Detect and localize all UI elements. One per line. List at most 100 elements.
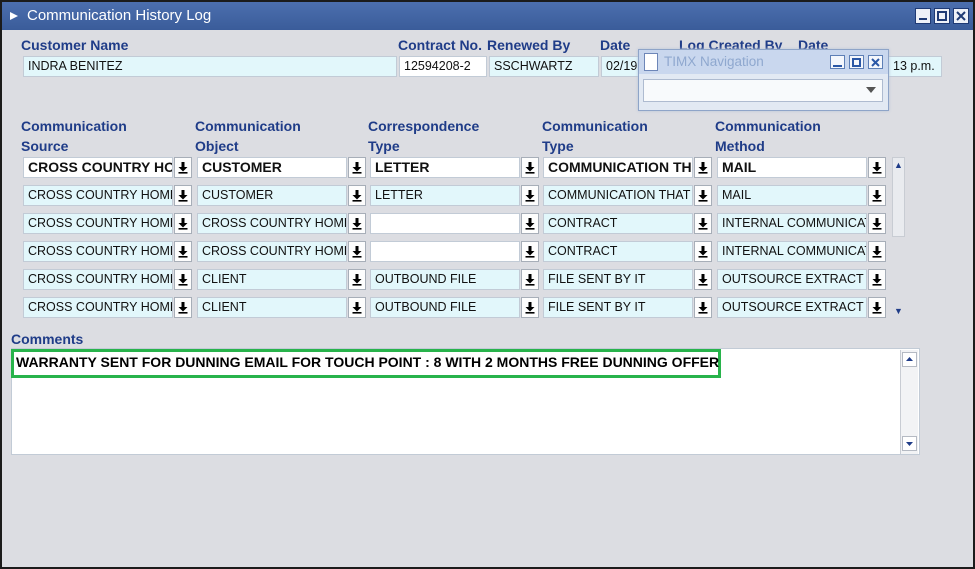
row-6-method-dropdown-button[interactable] xyxy=(868,297,886,318)
timx-title-bar: TIMX Navigation xyxy=(639,50,888,74)
row-5-source-dropdown-button[interactable] xyxy=(174,269,192,290)
table-scrollbar[interactable]: ▲ xyxy=(892,157,905,237)
row-2-object-field[interactable]: CUSTOMER xyxy=(197,185,347,206)
row-2-type-dropdown-button[interactable] xyxy=(694,185,712,206)
method-header-line1: Communication xyxy=(715,118,821,134)
down-arrow-to-line-icon xyxy=(352,218,362,230)
row-6-method-field[interactable]: OUTSOURCE EXTRACT I xyxy=(717,297,867,318)
row-4-source-field[interactable]: CROSS COUNTRY HOME xyxy=(23,241,173,262)
row-2-method-dropdown-button[interactable] xyxy=(868,185,886,206)
row-3-method-dropdown-button[interactable] xyxy=(868,213,886,234)
row-3-source-dropdown-button[interactable] xyxy=(174,213,192,234)
scroll-down-icon[interactable]: ▼ xyxy=(892,305,905,317)
row-6-type-field[interactable]: FILE SENT BY IT xyxy=(543,297,693,318)
row-2-correspondence-dropdown-button[interactable] xyxy=(521,185,539,206)
type-header-line2: Type xyxy=(542,138,574,154)
row-6-object-field[interactable]: CLIENT xyxy=(197,297,347,318)
row-2-source-dropdown-button[interactable] xyxy=(174,185,192,206)
down-arrow-to-line-icon xyxy=(872,246,882,258)
object-header-line2: Object xyxy=(195,138,239,154)
window-title: Communication History Log xyxy=(27,7,212,24)
row-4-method-field[interactable]: INTERNAL COMMUNICAT xyxy=(717,241,867,262)
title-bar: Communication History Log xyxy=(2,2,973,30)
row-2-type-field[interactable]: COMMUNICATION THAT xyxy=(543,185,693,206)
row-2-method-field[interactable]: MAIL xyxy=(717,185,867,206)
maximize-icon xyxy=(937,11,947,21)
row-4-object-dropdown-button[interactable] xyxy=(348,241,366,262)
row-6-object-dropdown-button[interactable] xyxy=(348,297,366,318)
row-2-object-dropdown-button[interactable] xyxy=(348,185,366,206)
row-5-source-field[interactable]: CROSS COUNTRY HOME xyxy=(23,269,173,290)
scroll-up-icon[interactable]: ▲ xyxy=(893,159,904,171)
row-3-correspondence-field[interactable] xyxy=(370,213,520,234)
row-5-object-dropdown-button[interactable] xyxy=(348,269,366,290)
row-1-type-field[interactable]: COMMUNICATION TH xyxy=(543,157,693,178)
correspondence-header-line2: Type xyxy=(368,138,400,154)
row-5-object-field[interactable]: CLIENT xyxy=(197,269,347,290)
row-6-source-dropdown-button[interactable] xyxy=(174,297,192,318)
row-4-source-dropdown-button[interactable] xyxy=(174,241,192,262)
row-6-type-dropdown-button[interactable] xyxy=(694,297,712,318)
down-arrow-to-line-icon xyxy=(872,190,882,202)
row-5-type-dropdown-button[interactable] xyxy=(694,269,712,290)
log-date-field[interactable]: 13 p.m. xyxy=(888,56,942,77)
row-5-correspondence-dropdown-button[interactable] xyxy=(521,269,539,290)
row-1-correspondence-field[interactable]: LETTER xyxy=(370,157,520,178)
row-5-method-field[interactable]: OUTSOURCE EXTRACT I xyxy=(717,269,867,290)
row-4-type-dropdown-button[interactable] xyxy=(694,241,712,262)
row-6-correspondence-dropdown-button[interactable] xyxy=(521,297,539,318)
row-5-type-field[interactable]: FILE SENT BY IT xyxy=(543,269,693,290)
minimize-button[interactable] xyxy=(915,8,931,24)
row-4-type-field[interactable]: CONTRACT xyxy=(543,241,693,262)
row-1-object-dropdown-button[interactable] xyxy=(348,157,366,178)
down-arrow-to-line-icon xyxy=(525,302,535,314)
row-3-method-field[interactable]: INTERNAL COMMUNICAT xyxy=(717,213,867,234)
row-3-object-field[interactable]: CROSS COUNTRY HOME xyxy=(197,213,347,234)
row-3-correspondence-dropdown-button[interactable] xyxy=(521,213,539,234)
row-4-correspondence-dropdown-button[interactable] xyxy=(521,241,539,262)
renewed-by-field[interactable]: SSCHWARTZ xyxy=(489,56,599,77)
row-1-source-field[interactable]: CROSS COUNTRY HO xyxy=(23,157,173,178)
row-1-method-field[interactable]: MAIL xyxy=(717,157,867,178)
comments-scroll-down-button[interactable] xyxy=(902,436,917,451)
app-icon xyxy=(10,12,18,20)
timx-minimize-button[interactable] xyxy=(830,55,845,69)
contract-no-field[interactable]: 12594208-2 xyxy=(399,56,487,77)
row-2-correspondence-field[interactable]: LETTER xyxy=(370,185,520,206)
down-arrow-to-line-icon xyxy=(352,274,362,286)
date-field[interactable]: 02/19 xyxy=(601,56,641,77)
close-button[interactable] xyxy=(953,8,969,24)
row-4-object-field[interactable]: CROSS COUNTRY HOME xyxy=(197,241,347,262)
down-arrow-to-line-icon xyxy=(872,218,882,230)
row-1-object-field[interactable]: CUSTOMER xyxy=(197,157,347,178)
row-3-type-dropdown-button[interactable] xyxy=(694,213,712,234)
date-label: Date xyxy=(600,37,631,53)
row-4-correspondence-field[interactable] xyxy=(370,241,520,262)
row-2-source-field[interactable]: CROSS COUNTRY HOME xyxy=(23,185,173,206)
row-3-type-field[interactable]: CONTRACT xyxy=(543,213,693,234)
row-4-method-dropdown-button[interactable] xyxy=(868,241,886,262)
down-arrow-to-line-icon xyxy=(698,302,708,314)
row-5-method-dropdown-button[interactable] xyxy=(868,269,886,290)
comments-scrollbar[interactable] xyxy=(900,350,918,454)
row-6-source-field[interactable]: CROSS COUNTRY HOME xyxy=(23,297,173,318)
row-1-type-dropdown-button[interactable] xyxy=(694,157,712,178)
row-1-correspondence-dropdown-button[interactable] xyxy=(521,157,539,178)
timx-maximize-button[interactable] xyxy=(849,55,864,69)
row-5-correspondence-field[interactable]: OUTBOUND FILE xyxy=(370,269,520,290)
down-arrow-to-line-icon xyxy=(525,162,535,174)
minimize-icon xyxy=(833,65,842,67)
timx-navigation-popup: TIMX Navigation xyxy=(638,49,889,111)
maximize-button[interactable] xyxy=(934,8,950,24)
comments-scroll-up-button[interactable] xyxy=(902,352,917,367)
customer-name-field[interactable]: INDRA BENITEZ xyxy=(23,56,397,77)
close-icon xyxy=(956,11,966,21)
timx-navigation-select[interactable] xyxy=(643,79,883,102)
row-3-object-dropdown-button[interactable] xyxy=(348,213,366,234)
timx-close-button[interactable] xyxy=(868,55,883,69)
row-3-source-field[interactable]: CROSS COUNTRY HOME xyxy=(23,213,173,234)
row-6-correspondence-field[interactable]: OUTBOUND FILE xyxy=(370,297,520,318)
row-1-source-dropdown-button[interactable] xyxy=(174,157,192,178)
row-1-method-dropdown-button[interactable] xyxy=(868,157,886,178)
object-header-line1: Communication xyxy=(195,118,301,134)
